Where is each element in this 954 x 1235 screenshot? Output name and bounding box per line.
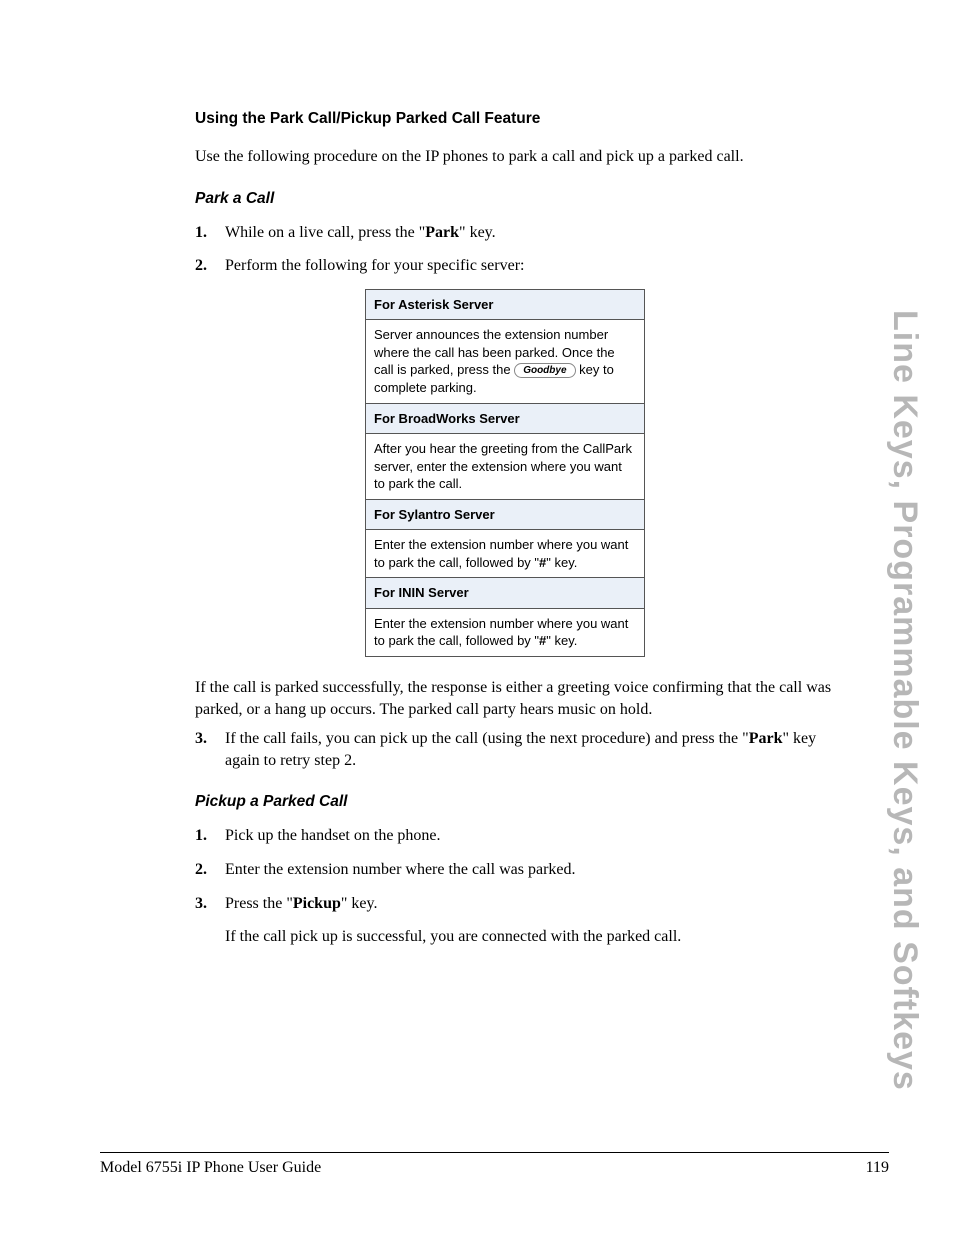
park-step-2: Perform the following for your specific … [195,255,854,277]
intro-paragraph: Use the following procedure on the IP ph… [195,146,854,168]
asterisk-header: For Asterisk Server [366,289,645,320]
broadworks-cell: After you hear the greeting from the Cal… [366,434,645,500]
page-footer: Model 6755i IP Phone User Guide 119 [100,1152,889,1177]
park-heading: Park a Call [195,190,854,208]
pickup-steps: Pick up the handset on the phone. Enter … [195,825,854,914]
sylantro-header: For Sylantro Server [366,499,645,530]
park-result-paragraph: If the call is parked successfully, the … [195,677,854,720]
pickup-key-name: Pickup [293,895,341,912]
sylantro-cell: Enter the extension number where you wan… [366,530,645,578]
pickup-heading: Pickup a Parked Call [195,793,854,811]
pickup-step-1: Pick up the handset on the phone. [195,825,854,847]
park-step-1: While on a live call, press the "Park" k… [195,222,854,244]
text: " key. [459,224,496,241]
park-key-name: Park [749,730,783,747]
text: If the call fails, you can pick up the c… [225,730,749,747]
park-steps-cont: If the call fails, you can pick up the c… [195,728,854,771]
section-heading: Using the Park Call/Pickup Parked Call F… [195,110,854,128]
asterisk-cell: Server announces the extension number wh… [366,320,645,403]
footer-left: Model 6755i IP Phone User Guide [100,1159,321,1177]
park-step-3: If the call fails, you can pick up the c… [195,728,854,771]
inin-header: For ININ Server [366,578,645,609]
text: " key. [546,633,577,648]
broadworks-header: For BroadWorks Server [366,403,645,434]
park-steps: While on a live call, press the "Park" k… [195,222,854,277]
server-table: For Asterisk Server Server announces the… [365,289,645,657]
footer-page-number: 119 [866,1159,889,1177]
text: Enter the extension number where you wan… [374,537,628,570]
text: " key. [546,555,577,570]
text: Press the " [225,895,293,912]
inin-cell: Enter the extension number where you wan… [366,608,645,656]
park-key-name: Park [425,224,459,241]
text: " key. [341,895,378,912]
page: Line Keys, Programmable Keys, and Softke… [0,0,954,1235]
goodbye-key-icon: Goodbye [514,363,575,378]
pickup-step-3: Press the "Pickup" key. [195,893,854,915]
pickup-result-paragraph: If the call pick up is successful, you a… [195,926,854,948]
text: While on a live call, press the " [225,224,425,241]
pickup-step-2: Enter the extension number where the cal… [195,859,854,881]
text: Enter the extension number where you wan… [374,616,628,649]
server-table-wrap: For Asterisk Server Server announces the… [365,289,854,657]
chapter-side-title: Line Keys, Programmable Keys, and Softke… [885,310,924,1091]
